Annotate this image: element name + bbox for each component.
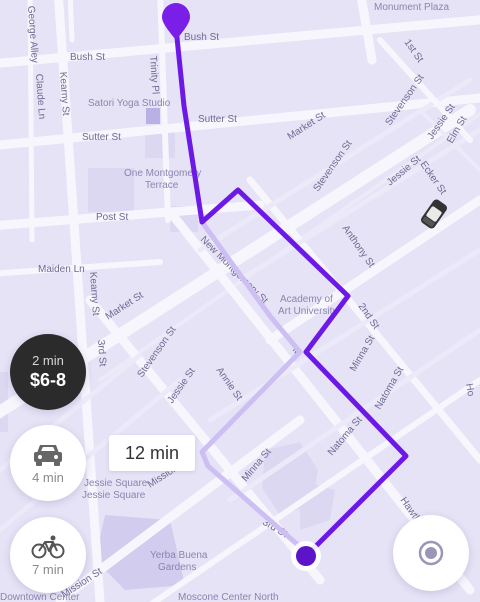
poi-one-montgomery-2: Terrace	[145, 180, 179, 191]
street-label-post: Post St	[96, 212, 128, 223]
poi-academy-1: Academy of	[280, 294, 333, 305]
car-mode-time: 4 min	[32, 469, 64, 485]
street-label-maiden: Maiden Ln	[38, 264, 85, 275]
destination-dot-icon[interactable]	[291, 541, 321, 571]
street-label-ho: Ho	[463, 383, 476, 398]
bike-mode-time: 7 min	[32, 561, 64, 577]
map-canvas[interactable]: Bush St Bush St Sutter St Sutter St Post…	[0, 0, 480, 602]
price-estimate-button[interactable]: 2 min $6-8	[10, 334, 86, 410]
street-label-sutter-east: Sutter St	[198, 114, 237, 125]
poi-yerba-2: Gardens	[158, 562, 196, 573]
street-label-bush: Bush St	[70, 52, 105, 63]
poi-jessie-square-2: Jessie Square	[82, 490, 146, 501]
poi-downtown: Downtown Center	[0, 592, 80, 602]
poi-monument-plaza-1: Monument Plaza	[374, 2, 449, 13]
street-label-sutter: Sutter St	[82, 132, 121, 143]
poi-moscone-north: Moscone Center North	[178, 592, 279, 602]
locate-icon	[418, 540, 444, 566]
walk-duration-chip[interactable]: 12 min	[109, 435, 195, 471]
car-icon	[34, 444, 62, 466]
price-eta: 2 min	[32, 353, 64, 368]
street-label-bush-east: Bush St	[184, 32, 219, 43]
street-label-3rd-left: 3rd St	[95, 339, 108, 367]
price-range: $6-8	[29, 370, 67, 390]
bicycle-icon	[31, 535, 65, 558]
building-satori	[146, 108, 160, 124]
car-mode-button[interactable]: 4 min	[10, 425, 86, 501]
locate-me-button[interactable]	[393, 515, 469, 591]
poi-academy-2: Art University	[278, 306, 337, 317]
poi-satori: Satori Yoga Studio	[88, 98, 171, 109]
poi-one-montgomery-1: One Montgomery	[124, 168, 201, 179]
poi-jessie-square-1: Jessie Square	[84, 478, 148, 489]
poi-yerba-1: Yerba Buena	[150, 550, 208, 561]
bike-mode-button[interactable]: 7 min	[10, 517, 86, 593]
